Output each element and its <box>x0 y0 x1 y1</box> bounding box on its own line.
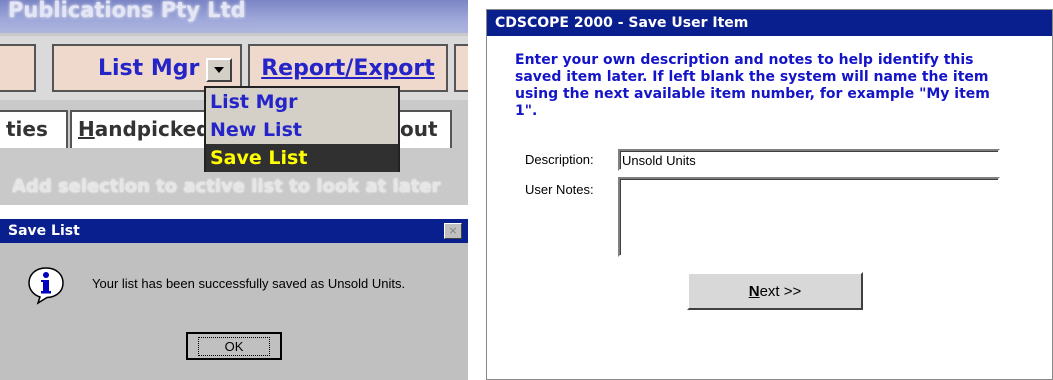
description-input[interactable]: Unsold Units <box>618 149 1000 171</box>
save-list-dialog: Save List × Your list has been successfu… <box>0 219 468 380</box>
tab-label: out <box>400 117 438 141</box>
ok-button-label: OK <box>197 336 271 356</box>
information-icon <box>28 267 64 305</box>
app-crop-panel: Publications Pty Ltd List Mgr Report/Exp… <box>0 0 468 205</box>
menu-item-save-list[interactable]: Save List <box>206 144 398 172</box>
list-mgr-dropdown-button[interactable] <box>206 58 232 82</box>
list-mgr-label: List Mgr <box>98 55 200 81</box>
app-title: Publications Pty Ltd <box>0 0 468 33</box>
dialog-message: Your list has been successfully saved as… <box>92 276 406 291</box>
toolbar-button-partial-left[interactable] <box>0 44 36 92</box>
user-notes-label: User Notes: <box>525 182 594 197</box>
tab-label: andpicked <box>94 117 210 141</box>
next-button-accesskey: N <box>748 282 760 300</box>
toolbar-button-partial-right[interactable] <box>454 44 468 92</box>
instructions-text: Enter your own description and notes to … <box>515 52 990 119</box>
list-mgr-dropdown-menu: List Mgr New List Save List <box>204 86 400 172</box>
description-label: Description: <box>525 152 594 167</box>
dialog-title: CDSCOPE 2000 - Save User Item <box>487 10 1052 36</box>
user-notes-textarea[interactable] <box>618 177 1000 257</box>
ok-button[interactable]: OK <box>186 332 282 360</box>
dialog-title: Save List <box>0 219 468 243</box>
tab-label: ties <box>6 117 48 141</box>
menu-item-list-mgr[interactable]: List Mgr <box>206 88 398 116</box>
next-button-label: ext >> <box>759 282 802 300</box>
next-button[interactable]: Next >> <box>687 272 863 310</box>
tab-properties[interactable]: ties <box>0 110 68 148</box>
tab-label-accesskey: H <box>78 117 95 141</box>
tab-layout[interactable]: out <box>392 110 452 148</box>
menu-item-new-list[interactable]: New List <box>206 116 398 144</box>
report-export-button[interactable]: Report/Export <box>248 44 448 92</box>
chevron-down-icon <box>214 67 224 73</box>
hint-text: Add selection to active list to look at … <box>12 176 441 197</box>
report-export-label: Report/Export <box>261 55 435 81</box>
tab-handpicked[interactable]: Handpicked <box>70 110 210 148</box>
close-icon[interactable]: × <box>444 223 462 239</box>
save-user-item-dialog: CDSCOPE 2000 - Save User Item Enter your… <box>486 9 1053 380</box>
